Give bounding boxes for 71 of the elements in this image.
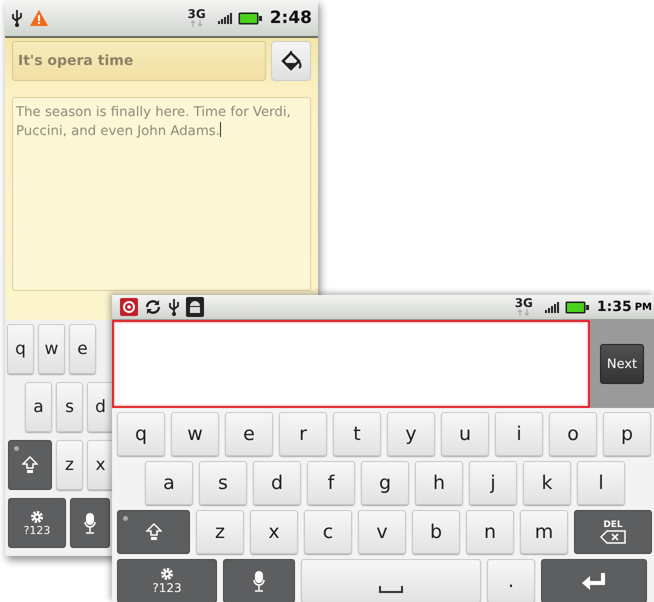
key[interactable]: z bbox=[56, 440, 83, 490]
paint-bucket-button[interactable] bbox=[271, 41, 311, 81]
key[interactable]: b bbox=[412, 510, 460, 554]
key[interactable]: m bbox=[520, 510, 568, 554]
microphone-key[interactable] bbox=[223, 559, 295, 602]
key[interactable]: c bbox=[304, 510, 352, 554]
sync-icon bbox=[144, 298, 162, 316]
battery-icon bbox=[564, 300, 589, 314]
key[interactable]: p bbox=[603, 412, 651, 456]
symbols-key[interactable]: ?123 bbox=[8, 498, 66, 548]
clock: 1:35 bbox=[596, 299, 632, 315]
key[interactable]: x bbox=[87, 440, 114, 490]
key[interactable]: i bbox=[495, 412, 543, 456]
usb-icon bbox=[168, 298, 180, 316]
key[interactable]: k bbox=[523, 461, 571, 505]
shift-key[interactable] bbox=[8, 440, 52, 490]
shift-arrow-icon bbox=[22, 456, 38, 474]
key[interactable]: f bbox=[307, 461, 355, 505]
key[interactable]: z bbox=[196, 510, 244, 554]
warning-icon bbox=[29, 9, 49, 27]
key[interactable]: . bbox=[487, 559, 535, 602]
space-icon bbox=[379, 586, 403, 594]
input-field[interactable] bbox=[112, 320, 590, 408]
key[interactable]: x bbox=[250, 510, 298, 554]
key[interactable]: s bbox=[56, 382, 83, 432]
key[interactable]: j bbox=[469, 461, 517, 505]
key[interactable]: v bbox=[358, 510, 406, 554]
shift-arrow-icon bbox=[146, 523, 162, 541]
key[interactable]: d bbox=[87, 382, 114, 432]
data-arrows-icon bbox=[190, 20, 204, 27]
backspace-icon bbox=[600, 530, 626, 544]
clock: 2:48 bbox=[270, 8, 312, 28]
key[interactable]: o bbox=[549, 412, 597, 456]
key[interactable]: a bbox=[145, 461, 193, 505]
key[interactable]: s bbox=[199, 461, 247, 505]
key[interactable]: e bbox=[69, 324, 96, 374]
symbols-key[interactable]: ?123 bbox=[117, 559, 217, 602]
data-arrows-icon bbox=[516, 309, 531, 316]
enter-icon bbox=[581, 572, 607, 590]
key[interactable]: d bbox=[253, 461, 301, 505]
key[interactable]: l bbox=[577, 461, 625, 505]
key[interactable]: q bbox=[117, 412, 165, 456]
key[interactable]: w bbox=[171, 412, 219, 456]
microphone-key[interactable] bbox=[70, 498, 110, 548]
microphone-icon bbox=[253, 570, 265, 592]
paint-bucket-icon bbox=[279, 50, 303, 72]
network-label: 3G bbox=[514, 298, 533, 309]
gear-icon bbox=[30, 510, 44, 524]
network-label: 3G bbox=[188, 9, 206, 20]
delete-key[interactable]: DEL bbox=[574, 510, 652, 554]
next-button[interactable]: Next bbox=[600, 344, 644, 384]
key[interactable]: e bbox=[225, 412, 273, 456]
microphone-icon bbox=[84, 512, 96, 534]
key[interactable]: g bbox=[361, 461, 409, 505]
key[interactable]: h bbox=[415, 461, 463, 505]
signal-icon bbox=[218, 12, 232, 24]
key[interactable]: w bbox=[38, 324, 65, 374]
time-suffix: PM bbox=[634, 302, 652, 312]
key[interactable]: u bbox=[441, 412, 489, 456]
gear-icon bbox=[160, 567, 174, 581]
battery-icon bbox=[238, 12, 262, 24]
shift-key[interactable] bbox=[117, 510, 190, 554]
key[interactable]: n bbox=[466, 510, 514, 554]
key[interactable]: a bbox=[25, 382, 52, 432]
key[interactable]: y bbox=[387, 412, 435, 456]
enter-key[interactable] bbox=[541, 559, 647, 602]
key[interactable]: t bbox=[333, 412, 381, 456]
signal-icon bbox=[544, 301, 559, 313]
key[interactable]: q bbox=[7, 324, 34, 374]
usb-icon bbox=[11, 9, 23, 27]
key[interactable]: r bbox=[279, 412, 327, 456]
